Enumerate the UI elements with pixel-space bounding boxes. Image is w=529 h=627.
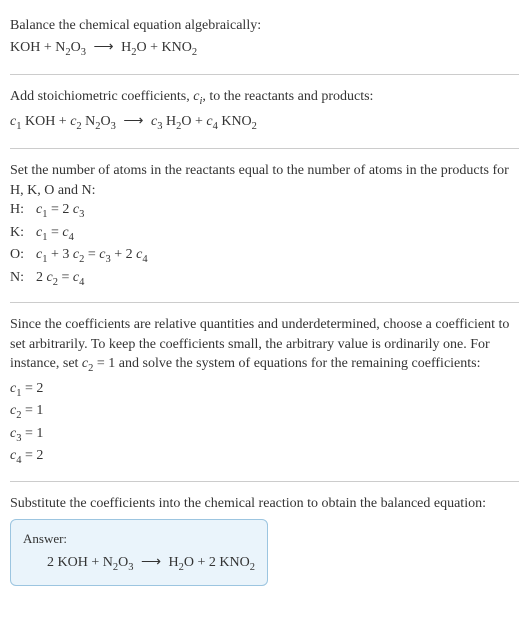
coeff-row: c2 = 1 [10,401,519,423]
coeff-row: c4 = 2 [10,446,519,468]
section-solve: Since the coefficients are relative quan… [10,307,519,477]
balanced-equation: 2 KOH + N2O3 ⟶ H2O + 2 KNO2 [23,553,255,575]
eq-part: H [169,555,179,570]
coeff-equation: c1 KOH + c2 N2O3 ⟶ c3 H2O + c4 KNO2 [10,112,519,134]
divider [10,302,519,303]
subscript: 4 [79,276,84,287]
equation-cell: c1 = 2 c3 [36,200,154,222]
table-row: N: 2 c2 = c4 [10,268,154,290]
coeff-row: c1 = 2 [10,379,519,401]
element-label: H: [10,200,36,222]
value: = 1 [21,403,43,418]
text: Add stoichiometric coefficients, [10,89,193,104]
eq-part: 2 KOH + N [47,555,113,570]
value: = 2 [21,448,43,463]
intro-text: Substitute the coefficients into the che… [10,494,519,514]
eq-part: O [136,40,146,55]
section-atom-equations: Set the number of atoms in the reactants… [10,153,519,298]
text: = [58,270,73,285]
table-row: H: c1 = 2 c3 [10,200,154,222]
subscript: 3 [79,209,84,220]
coeff-row: c3 = 1 [10,424,519,446]
eq-part: O + 2 KNO [184,555,250,570]
divider [10,74,519,75]
table-row: K: c1 = c4 [10,223,154,245]
intro-text: Add stoichiometric coefficients, ci, to … [10,87,519,109]
subscript: 2 [250,561,255,572]
subscript: 3 [81,46,86,57]
intro-text: Since the coefficients are relative quan… [10,315,519,377]
eq-part: KOH [10,40,40,55]
eq-part: KNO [218,114,252,129]
subscript: 3 [128,561,133,572]
eq-part: O [118,555,128,570]
answer-label: Answer: [23,530,255,548]
eq-part: H [162,114,176,129]
text: 2 [36,270,47,285]
subscript: 2 [252,120,257,131]
text: + 2 [111,247,136,262]
section-coefficients: Add stoichiometric coefficients, ci, to … [10,79,519,144]
eq-part: + [147,40,162,55]
reaction-arrow-icon: ⟶ [94,38,114,58]
reaction-arrow-icon: ⟶ [123,112,143,132]
element-label: K: [10,223,36,245]
subscript: 2 [192,46,197,57]
intro-text: Balance the chemical equation algebraica… [10,16,519,36]
divider [10,148,519,149]
divider [10,481,519,482]
eq-part: KNO [161,40,191,55]
value: = 1 [21,426,43,441]
eq-part: O [101,114,111,129]
element-label: N: [10,268,36,290]
eq-part: N [82,114,96,129]
eq-part: O [71,40,81,55]
table-row: O: c1 + 3 c2 = c3 + 2 c4 [10,245,154,267]
coefficient-solutions: c1 = 2 c2 = 1 c3 = 1 c4 = 2 [10,379,519,469]
value: = 2 [21,381,43,396]
element-label: O: [10,245,36,267]
answer-box: Answer: 2 KOH + N2O3 ⟶ H2O + 2 KNO2 [10,519,268,586]
equation-cell: c1 = c4 [36,223,154,245]
text: + 3 [47,247,72,262]
equation-cell: c1 + 3 c2 = c3 + 2 c4 [36,245,154,267]
text: = 1 and solve the system of equations fo… [93,356,480,371]
text: = 2 [47,202,72,217]
eq-part: O + [181,114,206,129]
text: , to the reactants and products: [202,89,373,104]
subscript: 4 [142,254,147,265]
eq-part: H [121,40,131,55]
text: = [47,225,62,240]
text: = [84,247,99,262]
eq-part: N [55,40,65,55]
subscript: 3 [111,120,116,131]
eq-part: + [40,40,55,55]
unbalanced-equation: KOH + N2O3 ⟶ H2O + KNO2 [10,38,519,60]
section-intro: Balance the chemical equation algebraica… [10,8,519,70]
intro-text: Set the number of atoms in the reactants… [10,161,519,200]
eq-part: KOH + [21,114,70,129]
reaction-arrow-icon: ⟶ [141,553,161,573]
atom-balance-table: H: c1 = 2 c3 K: c1 = c4 O: c1 + 3 c2 = c… [10,200,154,290]
section-answer: Substitute the coefficients into the che… [10,486,519,594]
equation-cell: 2 c2 = c4 [36,268,154,290]
subscript: 4 [69,232,74,243]
